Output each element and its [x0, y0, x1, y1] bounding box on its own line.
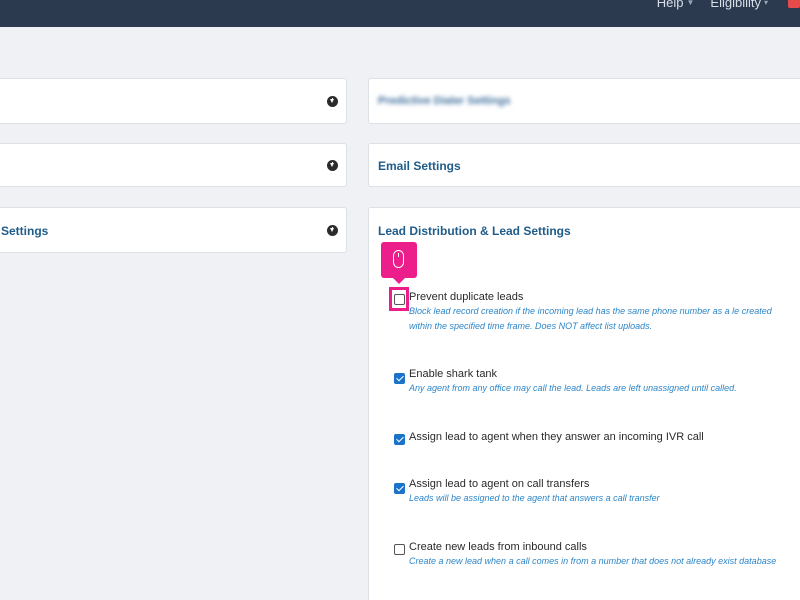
setting-description: Any agent from any office may call the l… — [409, 383, 737, 393]
panel-title: Settings — [1, 224, 49, 238]
checkbox[interactable] — [394, 483, 405, 494]
panel-title: Lead Distribution & Lead Settings — [378, 224, 571, 238]
setting-label: Assign lead to agent when they answer an… — [409, 431, 704, 443]
caret-down-icon: ▾ — [763, 0, 768, 7]
panel-title: Email Settings — [378, 159, 461, 173]
setting-label: Prevent duplicate leads — [409, 291, 524, 303]
setting-label: Assign lead to agent on call transfers — [409, 478, 590, 490]
setting-label: Enable shark tank — [409, 368, 498, 380]
settings-panel-3[interactable]: Settings — [0, 207, 347, 253]
top-nav-menu: Help ▼ Eligibility ▾ — [657, 0, 800, 10]
notification-badge[interactable] — [788, 0, 800, 8]
help-menu-label: Help — [656, 0, 684, 10]
panel-title: Predictive Dialer Settings — [378, 95, 511, 107]
click-target-highlight — [389, 287, 409, 311]
email-settings-panel[interactable]: Email Settings — [368, 143, 800, 187]
top-navigation-bar: Help ▼ Eligibility ▾ — [0, 0, 800, 27]
checkbox[interactable] — [394, 544, 405, 555]
expand-arrow-icon[interactable] — [327, 160, 338, 171]
setting-description: Block lead record creation if the incomi… — [409, 306, 772, 331]
setting-label: Create new leads from inbound calls — [409, 541, 587, 553]
checkbox[interactable] — [394, 434, 405, 445]
eligibility-menu[interactable]: Eligibility ▾ — [710, 0, 768, 10]
checkbox[interactable] — [394, 373, 405, 384]
help-menu[interactable]: Help ▼ — [657, 0, 695, 10]
eligibility-menu-label: Eligibility — [710, 0, 761, 10]
caret-down-icon: ▼ — [686, 0, 695, 7]
dialer-settings-panel[interactable]: Predictive Dialer Settings — [368, 78, 800, 124]
settings-panel-1[interactable] — [0, 78, 347, 124]
click-indicator — [381, 242, 417, 284]
setting-description: Leads will be assigned to the agent that… — [409, 493, 660, 503]
expand-arrow-icon[interactable] — [327, 96, 338, 107]
settings-panel-2[interactable] — [0, 143, 347, 187]
mouse-icon — [393, 250, 404, 268]
expand-arrow-icon[interactable] — [327, 225, 338, 236]
setting-description: Create a new lead when a call comes in f… — [409, 556, 777, 566]
